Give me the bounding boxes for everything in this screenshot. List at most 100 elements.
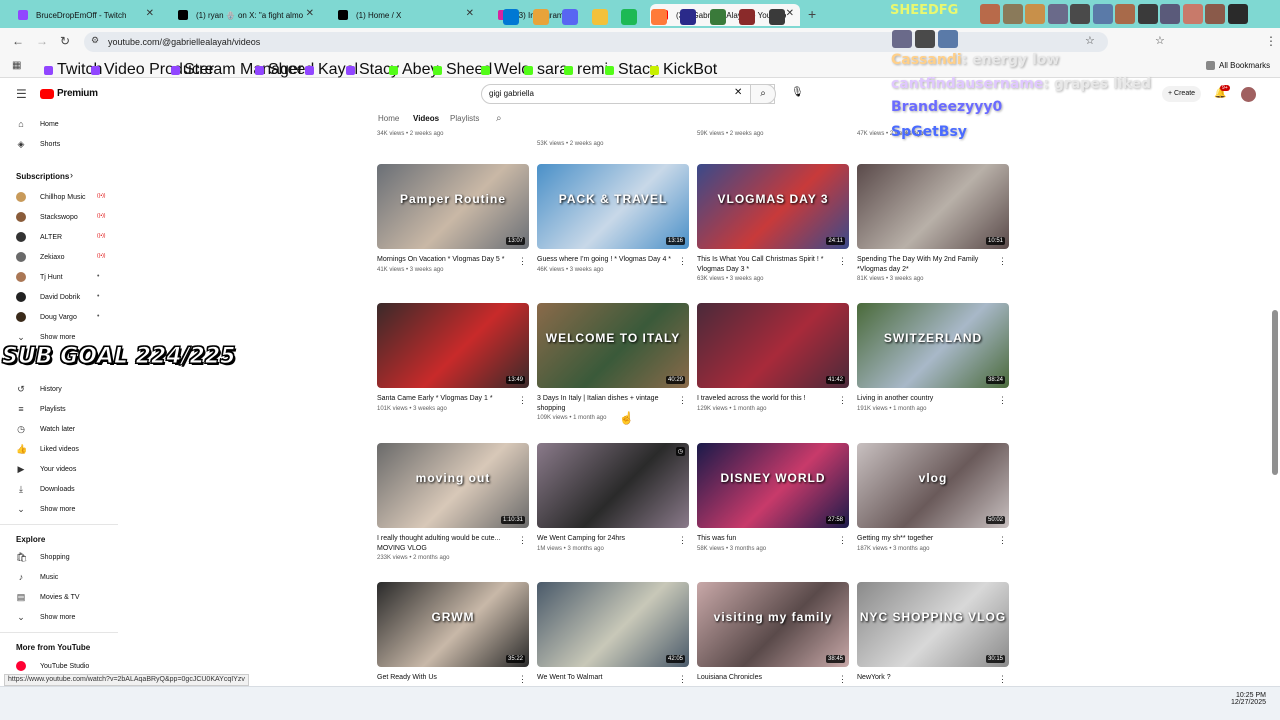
- video-card[interactable]: 13:49 Santa Came Early * Vlogmas Day 1 * 1…: [377, 303, 529, 412]
- browser-tab[interactable]: (1) ryan 🪬 on X: "a fight almo ✕: [170, 4, 320, 26]
- sidebar-item[interactable]: ⤓ Downloads: [16, 482, 75, 496]
- sidebar-item[interactable]: ⌂ Home: [16, 117, 58, 131]
- star-icon[interactable]: ☆: [1155, 34, 1165, 47]
- more-options-icon[interactable]: ⋮: [678, 674, 687, 685]
- bookmark-star-icon[interactable]: ☆: [1085, 34, 1095, 47]
- chrome-icon[interactable]: [532, 9, 549, 25]
- reload-icon[interactable]: ↻: [60, 34, 70, 48]
- sidebar-item[interactable]: David Dobrik: [16, 290, 80, 304]
- new-tab-icon[interactable]: +: [808, 6, 816, 22]
- browser-tab[interactable]: (1) Home / X ✕: [330, 4, 480, 26]
- more-options-icon[interactable]: ⋮: [838, 395, 847, 406]
- sidebar-item[interactable]: ◷ Watch later: [16, 422, 75, 436]
- tab-home[interactable]: Home: [378, 114, 399, 123]
- video-title[interactable]: Mornings On Vacation * Vlogmas Day 5 *: [377, 255, 517, 265]
- channel-search-icon[interactable]: ⌕: [496, 113, 502, 124]
- sidebar-item[interactable]: ALTER: [16, 230, 62, 244]
- video-thumbnail[interactable]: Pamper Routine 13:07: [377, 164, 529, 249]
- video-thumbnail[interactable]: 41:42: [697, 303, 849, 388]
- video-thumbnail[interactable]: NYC SHOPPING VLOG 30:15: [857, 582, 1009, 667]
- sidebar-item[interactable]: ↺ History: [16, 382, 62, 396]
- more-options-icon[interactable]: ⋮: [998, 674, 1007, 685]
- app-icon[interactable]: [739, 9, 755, 25]
- video-title[interactable]: Living in another country: [857, 394, 997, 404]
- show-more-button[interactable]: ⌄ Show more: [16, 330, 75, 344]
- page-scrollbar[interactable]: [1272, 310, 1278, 475]
- video-title[interactable]: We Went Camping for 24hrs: [537, 534, 677, 544]
- video-title[interactable]: This was fun: [697, 534, 837, 544]
- clock[interactable]: 10:25 PM 12/27/2025: [1222, 692, 1266, 706]
- more-options-icon[interactable]: ⋮: [678, 256, 687, 267]
- video-card[interactable]: GRWM 35:22 Get Ready With Us ⋮: [377, 582, 529, 685]
- more-options-icon[interactable]: ⋮: [678, 535, 687, 546]
- sidebar-item[interactable]: ≡ Playlists: [16, 402, 65, 416]
- sidebar-item-studio[interactable]: YouTube Studio: [16, 659, 89, 673]
- more-options-icon[interactable]: ⋮: [998, 256, 1007, 267]
- video-card[interactable]: vlog 50:02 Getting my sh** together 187K vi…: [857, 443, 1009, 552]
- video-thumbnail[interactable]: DISNEY WORLD 27:58: [697, 443, 849, 528]
- video-title[interactable]: 3 Days In Italy | Italian dishes + vinta…: [537, 394, 677, 413]
- video-card[interactable]: SWITZERLAND 38:24 Living in another countr…: [857, 303, 1009, 412]
- sidebar-item[interactable]: Tj Hunt: [16, 270, 63, 284]
- sidebar-item[interactable]: Zekiaxo: [16, 250, 65, 264]
- bookmark-item[interactable]: Welo: [481, 61, 530, 79]
- watch-later-icon[interactable]: ◷: [675, 447, 685, 456]
- close-tab-icon[interactable]: ✕: [146, 8, 154, 19]
- bookmark-item[interactable]: remi: [564, 61, 608, 79]
- app-icon[interactable]: [768, 9, 785, 25]
- video-card[interactable]: ◷ We Went Camping for 24hrs 1M views • 3 m…: [537, 443, 689, 552]
- video-thumbnail[interactable]: moving out 1:10:31: [377, 443, 529, 528]
- video-thumbnail[interactable]: SWITZERLAND 38:24: [857, 303, 1009, 388]
- video-card[interactable]: PACK & TRAVEL 13:16 Guess where I'm going …: [537, 164, 689, 273]
- video-thumbnail[interactable]: vlog 50:02: [857, 443, 1009, 528]
- show-more-button[interactable]: ⌄ Show more: [16, 502, 75, 516]
- video-title[interactable]: NewYork ?: [857, 673, 997, 683]
- youtube-logo[interactable]: Premium: [40, 88, 98, 99]
- video-card[interactable]: Pamper Routine 13:07 Mornings On Vacation …: [377, 164, 529, 273]
- tab-playlists[interactable]: Playlists: [450, 114, 479, 123]
- sidebar-item[interactable]: ▶ Your videos: [16, 462, 77, 476]
- bookmark-item[interactable]: sara: [524, 61, 568, 79]
- video-thumbnail[interactable]: WELCOME TO ITALY 40:29: [537, 303, 689, 388]
- site-info-icon[interactable]: ⚙: [91, 35, 99, 46]
- video-card[interactable]: VLOGMAS DAY 3 24:11 This Is What You Call …: [697, 164, 849, 282]
- app-icon[interactable]: [650, 9, 667, 25]
- video-thumbnail[interactable]: PACK & TRAVEL 13:16: [537, 164, 689, 249]
- discord-icon[interactable]: [562, 9, 578, 25]
- sidebar-item[interactable]: Doug Vargo: [16, 310, 77, 324]
- search-input[interactable]: gigi gabriella: [481, 84, 775, 104]
- more-options-icon[interactable]: ⋮: [838, 674, 847, 685]
- more-options-icon[interactable]: ⋮: [998, 395, 1007, 406]
- close-tab-icon[interactable]: ✕: [466, 8, 474, 19]
- more-options-icon[interactable]: ⋮: [518, 395, 527, 406]
- more-options-icon[interactable]: ⋮: [998, 535, 1007, 546]
- sidebar-item[interactable]: ◈ Shorts: [16, 137, 61, 151]
- video-card[interactable]: WELCOME TO ITALY 40:29 3 Days In Italy | I…: [537, 303, 689, 421]
- spotify-icon[interactable]: [621, 9, 637, 25]
- more-options-icon[interactable]: ⋮: [518, 256, 527, 267]
- video-thumbnail[interactable]: VLOGMAS DAY 3 24:11: [697, 164, 849, 249]
- sidebar-item[interactable]: 👍 Liked videos: [16, 442, 79, 456]
- more-options-icon[interactable]: ⋮: [838, 256, 847, 267]
- file-explorer-icon[interactable]: [591, 9, 608, 25]
- video-card[interactable]: moving out 1:10:31 I really thought adulti…: [377, 443, 529, 561]
- sidebar-item[interactable]: Chillhop Music: [16, 190, 86, 204]
- video-title[interactable]: I really thought adulting would be cute.…: [377, 534, 517, 553]
- all-bookmarks[interactable]: All Bookmarks: [1206, 61, 1270, 70]
- video-title[interactable]: We Went To Walmart: [537, 673, 677, 683]
- video-thumbnail[interactable]: GRWM 35:22: [377, 582, 529, 667]
- subscriptions-heading[interactable]: Subscriptions: [16, 172, 69, 181]
- more-options-icon[interactable]: ⋮: [678, 395, 687, 406]
- video-title[interactable]: This Is What You Call Christmas Spirit !…: [697, 255, 837, 274]
- more-options-icon[interactable]: ⋮: [838, 535, 847, 546]
- app-icon[interactable]: [709, 9, 726, 25]
- sidebar-item[interactable]: 🛍 Shopping: [16, 550, 70, 564]
- video-title[interactable]: Guess where I'm going ! * Vlogmas Day 4 …: [537, 255, 677, 265]
- video-title[interactable]: Get Ready With Us: [377, 673, 517, 683]
- sidebar-item[interactable]: ▤ Movies & TV: [16, 590, 80, 604]
- forward-icon[interactable]: →: [36, 34, 48, 48]
- search-button[interactable]: ⌕: [750, 84, 776, 104]
- bookmark-item[interactable]: Abey: [389, 61, 438, 79]
- back-icon[interactable]: ←: [12, 34, 24, 48]
- video-card[interactable]: visiting my family 38:45 Louisiana Chronic…: [697, 582, 849, 685]
